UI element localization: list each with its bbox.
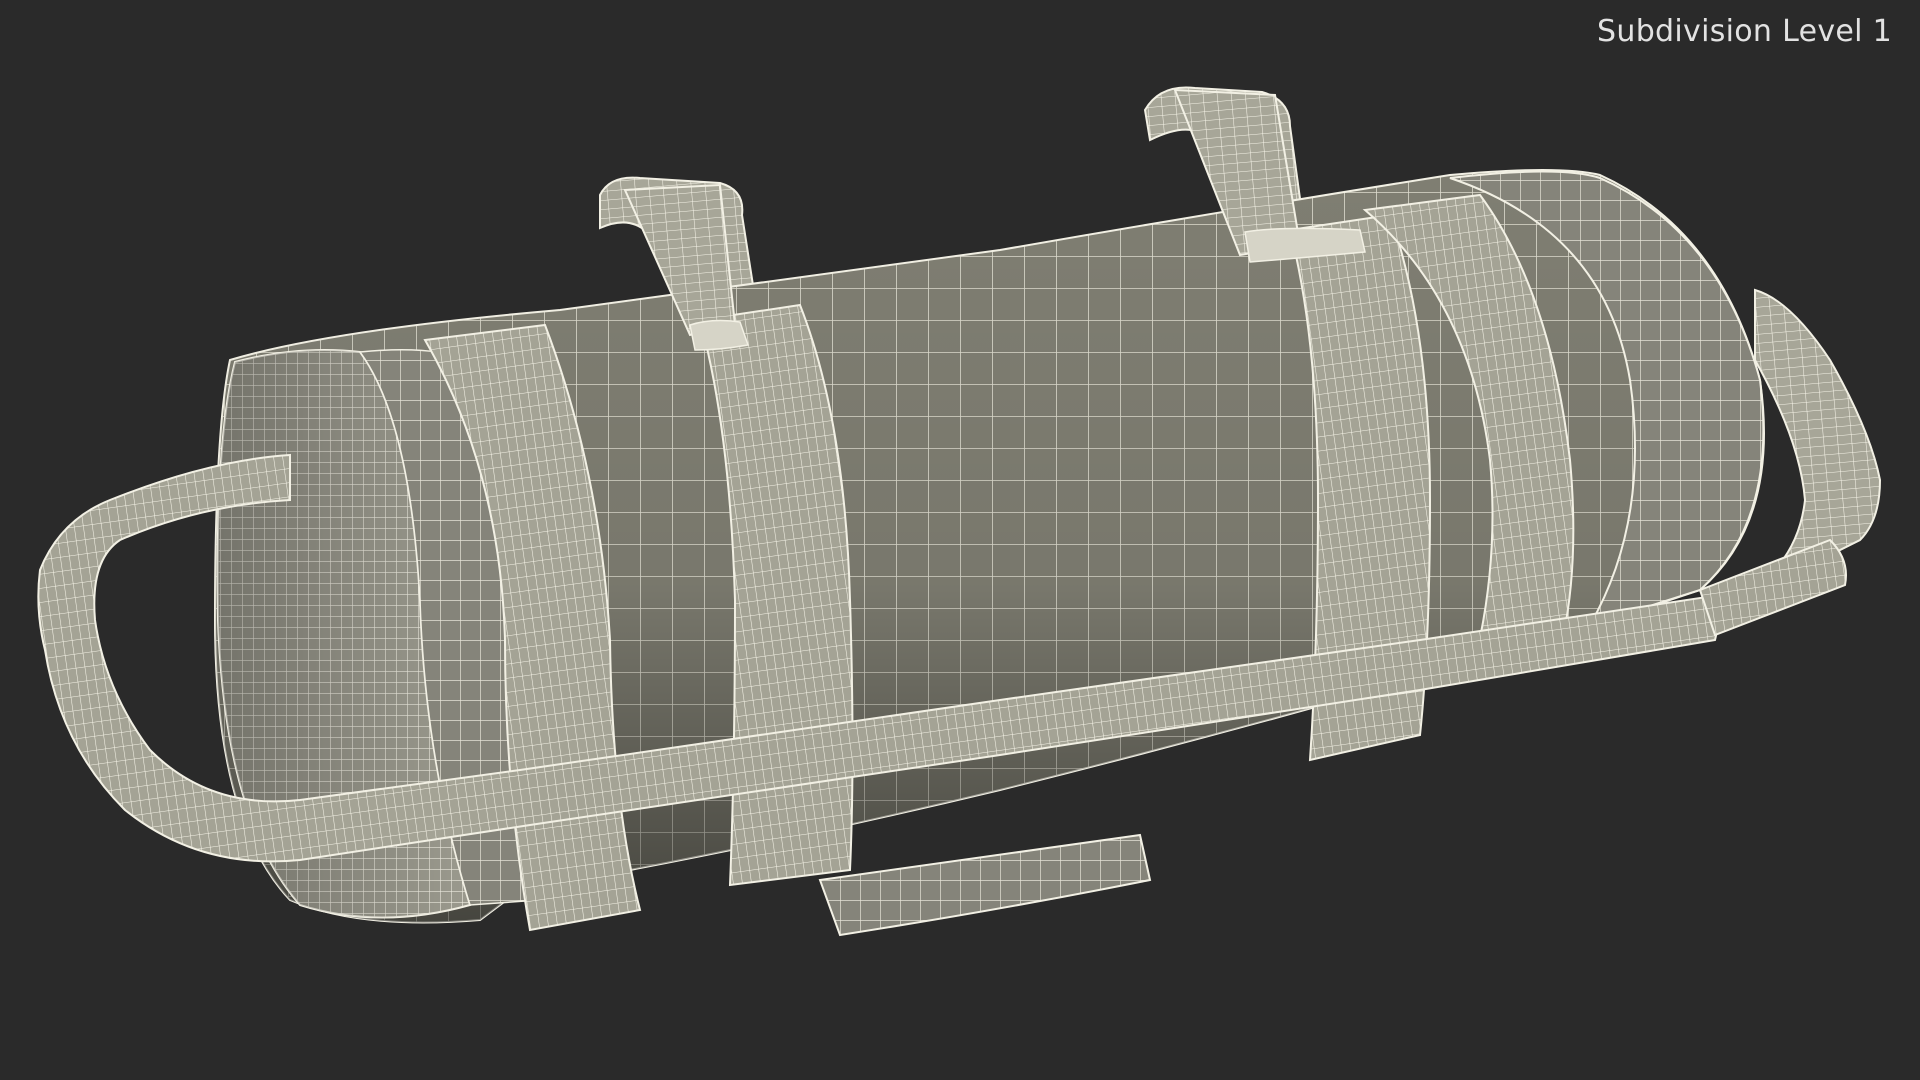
sandbag-wireframe-icon <box>37 86 1882 937</box>
render-viewport: Subdivision Level 1 <box>0 0 1920 1080</box>
